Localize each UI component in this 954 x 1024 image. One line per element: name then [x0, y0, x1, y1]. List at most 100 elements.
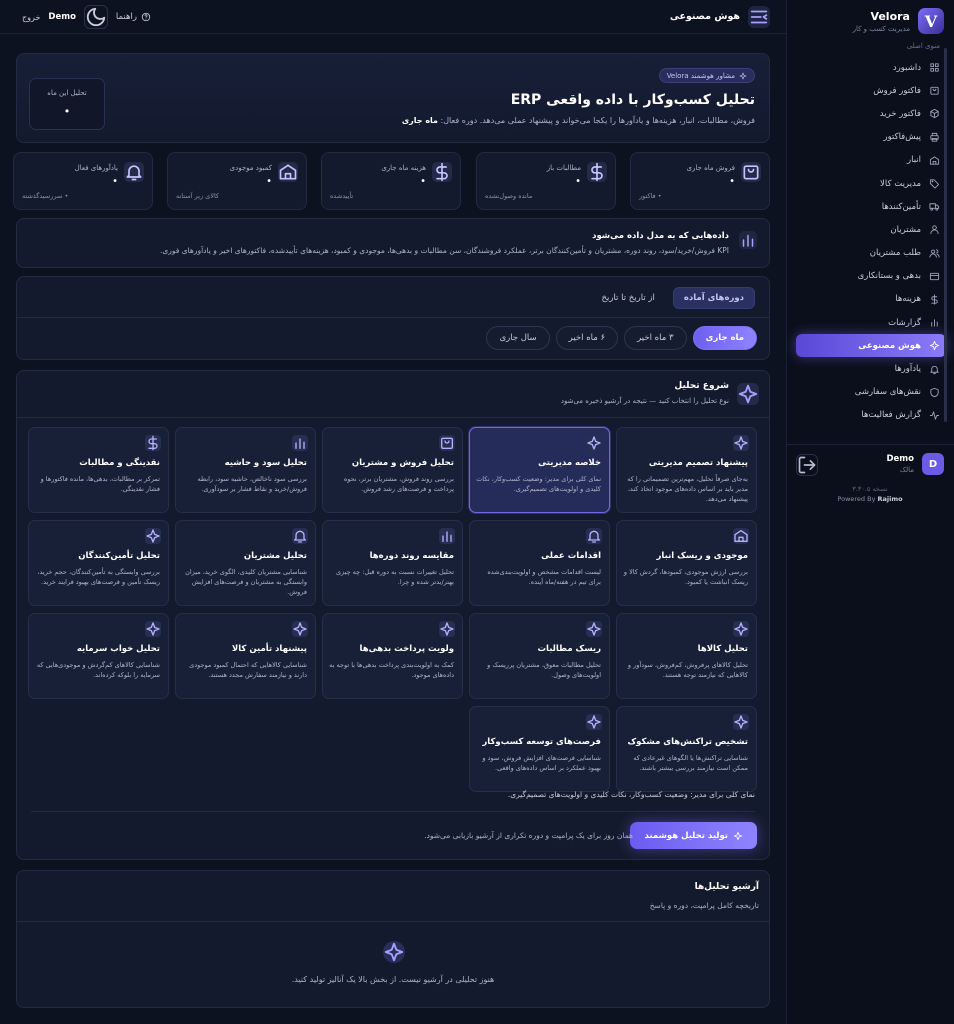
analysis-option[interactable]: تحلیل سود و حاشیه بررسی سود ناخالص، حاشیه…: [175, 427, 316, 513]
option-title: تحلیل مشتریان: [243, 551, 307, 561]
analysis-option[interactable]: تشخیص تراکنش‌های مشکوک شناسایی تراکنش‌ها …: [616, 706, 757, 792]
user-name: Demo: [886, 454, 914, 464]
hero-badge-label: مشاور هوشمند Velora: [666, 71, 735, 80]
hero-desc-text: فروش، مطالبات، انبار، هزینه‌ها و یادآوره…: [440, 116, 755, 125]
sidebar-item-4[interactable]: انبار: [796, 149, 946, 172]
warehouse-icon: [929, 155, 940, 166]
cart-icon: [741, 162, 761, 182]
sidebar-item-8[interactable]: طلب مشتریان: [796, 242, 946, 265]
sidebar-item-7[interactable]: مشتریان: [796, 218, 946, 241]
brand[interactable]: V Velora مدیریت کسب و کار: [853, 8, 944, 34]
hero-badge: مشاور هوشمند Velora: [658, 68, 755, 83]
analysis-option[interactable]: تحلیل خواب سرمایه شناسایی کالاهای کم‌گردش…: [28, 613, 169, 699]
dollar-icon: [587, 162, 607, 182]
analysis-option[interactable]: نقدینگی و مطالبات تمرکز بر مطالبات، بدهی‌…: [28, 427, 169, 513]
sidebar-scrollbar[interactable]: [944, 48, 947, 422]
analysis-option[interactable]: اقدامات عملی لیست اقدامات مشخص و اولویت‌ب…: [469, 520, 610, 606]
analysis-option[interactable]: پیشنهاد تأمین کالا شناسایی کالاهایی که اح…: [175, 613, 316, 699]
period-chip-1[interactable]: ۳ ماه اخیر: [624, 326, 687, 350]
menu-toggle-icon[interactable]: [748, 6, 770, 28]
analysis-option[interactable]: پیشنهاد تصمیم مدیریتی به‌جای صرفاً تحلیل،…: [616, 427, 757, 513]
help-icon: [141, 12, 151, 22]
sidebar-item-1[interactable]: فاکتور فروش: [796, 79, 946, 102]
model-data-description: KPI فروش/خرید/سود، روند دوره، مشتریان و …: [160, 246, 729, 255]
user-card[interactable]: D Demo مالک: [886, 453, 944, 475]
sidebar-item-label: بدهی و بستانکاری: [857, 271, 921, 282]
tag-icon: [929, 178, 940, 189]
analysis-option[interactable]: تحلیل تأمین‌کنندگان بررسی وابستگی به تأمی…: [28, 520, 169, 606]
analysis-option[interactable]: موجودی و ریسک انبار بررسی ارزش موجودی، کم…: [616, 520, 757, 606]
period-chip-3[interactable]: سال جاری: [486, 326, 550, 350]
period-chips: ماه جاری ۳ ماه اخیر ۶ ماه اخیر سال جاری: [486, 326, 757, 350]
ai-icon: [586, 714, 602, 730]
analysis-option[interactable]: تحلیل مشتریان شناسایی مشتریان کلیدی، الگو…: [175, 520, 316, 606]
analysis-option[interactable]: مقایسه روند دوره‌ها تحلیل تغییرات نسبت به…: [322, 520, 463, 606]
sidebar-item-label: داشبورد: [892, 62, 921, 73]
sidebar-item-15[interactable]: گزارش فعالیت‌ها: [796, 404, 946, 427]
sidebar-item-10[interactable]: هزینه‌ها: [796, 288, 946, 311]
sidebar-item-label: فاکتور فروش: [873, 85, 921, 96]
sidebar-item-label: فاکتور خرید: [879, 108, 921, 119]
warehouse-icon: [733, 528, 749, 544]
brand-subtitle: مدیریت کسب و کار: [852, 24, 910, 33]
analysis-option[interactable]: تحلیل فروش و مشتریان بررسی روند فروش، مشت…: [322, 427, 463, 513]
period-chip-2[interactable]: ۶ ماه اخیر: [555, 326, 619, 350]
analysis-card: شروع تحلیل نوع تحلیل را انتخاب کنید — نت…: [16, 370, 770, 860]
ai-icon: [733, 435, 749, 451]
analysis-title: شروع تحلیل: [674, 381, 729, 391]
ai-icon: [145, 621, 161, 637]
users-icon: [929, 248, 940, 259]
stat-card: کمبود موجودی • کالای زیر آستانه: [167, 152, 307, 210]
archive-subtitle: تاریخچه کامل پرامپت، دوره و پاسخ: [649, 901, 759, 910]
help-button[interactable]: راهنما: [116, 12, 151, 22]
sidebar-item-13[interactable]: یادآورها: [796, 357, 946, 380]
sidebar-item-14[interactable]: نقش‌های سفارشی: [796, 381, 946, 404]
analysis-option[interactable]: خلاصه مدیریتی نمای کلی برای مدیر: وضعیت ک…: [469, 427, 610, 513]
logout-icon-button[interactable]: [796, 454, 818, 476]
generate-analysis-button[interactable]: تولید تحلیل هوشمند: [630, 822, 757, 849]
option-title: موجودی و ریسک انبار: [656, 551, 748, 561]
period-card: دوره‌های آماده از تاریخ تا تاریخ ماه جاری…: [16, 276, 770, 360]
analysis-option[interactable]: فرصت‌های توسعه کسب‌وکار شناسایی فرصت‌های …: [469, 706, 610, 792]
option-title: پیشنهاد تأمین کالا: [231, 644, 307, 654]
sidebar-item-11[interactable]: گزارشات: [796, 311, 946, 334]
sidebar-item-0[interactable]: داشبورد: [796, 56, 946, 79]
option-description: شناسایی فرصت‌های افزایش فروش، سود و بهبو…: [482, 754, 601, 772]
sidebar-item-2[interactable]: فاکتور خرید: [796, 102, 946, 125]
logout-link[interactable]: خروج: [22, 13, 40, 22]
stat-label: فروش ماه جاری: [686, 164, 735, 172]
analysis-option[interactable]: ریسک مطالبات تحلیل مطالبات معوق، مشتریان …: [469, 613, 610, 699]
analysis-option[interactable]: تحلیل کالاها تحلیل کالاهای پرفروش، کم‌فرو…: [616, 613, 757, 699]
option-title: پیشنهاد تصمیم مدیریتی: [648, 458, 748, 468]
topbar-user[interactable]: Demo: [48, 12, 76, 22]
sidebar-nav-scroll: منوی اصلی داشبورد فاکتور فروش فاکتور خرید پ…: [786, 40, 954, 438]
box-icon: [929, 108, 940, 119]
cart-icon: [439, 435, 455, 451]
ai-icon: [383, 941, 405, 963]
option-description: شناسایی کالاهایی که احتمال کمبود موجودی …: [189, 661, 307, 679]
sidebar-item-label: پیش‌فاکتور: [883, 132, 921, 143]
option-description: تحلیل کالاهای پرفروش، کم‌فروش، سودآور و …: [627, 661, 748, 679]
hero-card: مشاور هوشمند Velora تحلیل کسب‌وکار با دا…: [16, 53, 770, 143]
stat-card: فروش ماه جاری • • فاکتور: [630, 152, 770, 210]
period-chip-0[interactable]: ماه جاری: [692, 326, 757, 350]
analysis-option[interactable]: ولویت پرداخت بدهی‌ها کمک به اولویت‌بندی پ…: [322, 613, 463, 699]
sidebar-item-5[interactable]: مدیریت کالا: [796, 172, 946, 195]
tab-1[interactable]: از تاریخ تا تاریخ: [592, 287, 665, 309]
ai-icon: [439, 621, 455, 637]
sidebar-item-9[interactable]: بدهی و بستانکاری: [796, 265, 946, 288]
warehouse-icon: [278, 162, 298, 182]
sidebar-item-12[interactable]: هوش مصنوعی: [796, 334, 946, 358]
ai-icon: [292, 621, 308, 637]
stat-value: •: [266, 176, 272, 187]
archive-empty-message: هنوز تحلیلی در آرشیو نیست. از بخش بالا ی…: [291, 975, 495, 984]
moon-icon[interactable]: [83, 5, 108, 29]
tab-0[interactable]: دوره‌های آماده: [672, 287, 755, 309]
selected-analysis-note: نمای کلی برای مدیر: وضعیت کسب‌وکار، نکات…: [507, 790, 755, 799]
ai-icon: [586, 435, 602, 451]
sidebar-item-6[interactable]: تأمین‌کنندها: [796, 195, 946, 218]
powered-brand[interactable]: Rajimo: [878, 495, 903, 503]
sidebar-item-3[interactable]: پیش‌فاکتور: [796, 126, 946, 149]
month-analysis-box: تحلیل این ماه •: [29, 78, 105, 130]
activity-icon: [929, 410, 940, 421]
